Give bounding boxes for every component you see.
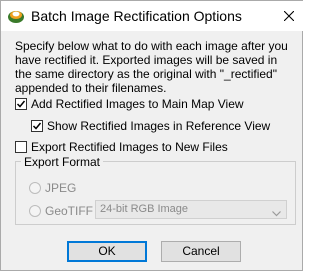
description-text: Specify below what to do with each image…: [15, 39, 288, 95]
window-title: Batch Image Rectification Options: [31, 8, 242, 24]
export-new-files-checkbox[interactable]: [15, 141, 27, 153]
geotiff-radio[interactable]: [29, 205, 41, 217]
color-mode-dropdown[interactable]: 24-bit RGB Image: [95, 200, 287, 219]
show-in-reference-option[interactable]: Show Rectified Images in Reference View: [31, 119, 270, 133]
show-in-reference-checkbox[interactable]: [31, 120, 43, 132]
geotiff-label: GeoTIFF: [45, 204, 94, 218]
jpeg-radio[interactable]: [29, 182, 41, 194]
export-new-files-label: Export Rectified Images to New Files: [31, 140, 228, 154]
jpeg-label: JPEG: [45, 181, 77, 195]
cancel-button[interactable]: Cancel: [161, 241, 241, 262]
jpeg-option[interactable]: JPEG: [29, 181, 76, 195]
close-button[interactable]: [274, 1, 304, 31]
export-new-files-option[interactable]: Export Rectified Images to New Files: [15, 140, 228, 154]
title-bar[interactable]: Batch Image Rectification Options: [1, 1, 304, 31]
add-to-main-map-checkbox[interactable]: [15, 98, 27, 110]
add-to-main-map-option[interactable]: Add Rectified Images to Main Map View: [15, 97, 244, 111]
geotiff-option[interactable]: GeoTIFF: [29, 204, 93, 218]
chevron-down-icon: [272, 206, 281, 223]
app-logo-icon: [7, 8, 25, 24]
add-to-main-map-label: Add Rectified Images to Main Map View: [31, 97, 244, 111]
show-in-reference-label: Show Rectified Images in Reference View: [47, 119, 271, 133]
ok-button[interactable]: OK: [67, 241, 147, 262]
close-icon: [284, 11, 294, 21]
batch-rectification-dialog: Batch Image Rectification Options Specif…: [0, 0, 304, 271]
export-format-legend: Export Format: [21, 155, 104, 169]
color-mode-value: 24-bit RGB Image: [100, 203, 189, 215]
